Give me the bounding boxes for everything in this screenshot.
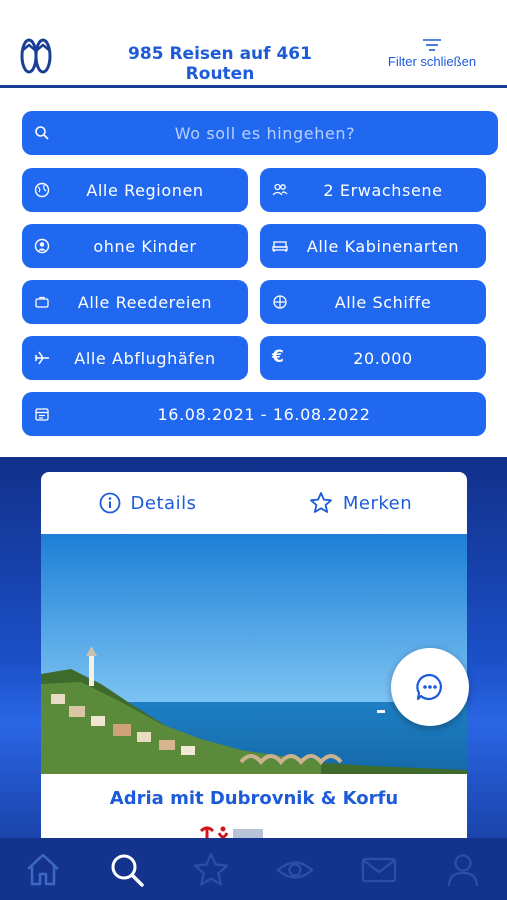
search-placeholder: Wo soll es hingehen? bbox=[174, 123, 356, 143]
airport-label: Alle Abflughäfen bbox=[74, 348, 216, 368]
region-label: Alle Regionen bbox=[86, 180, 204, 200]
star-outline-icon bbox=[309, 492, 332, 513]
children-select[interactable]: ohne Kinder bbox=[22, 224, 248, 268]
ship-wheel-icon bbox=[273, 295, 287, 309]
flip-flops-logo bbox=[20, 38, 52, 74]
shipping-company-label: Alle Reedereien bbox=[77, 292, 213, 312]
destination-photo bbox=[41, 534, 467, 774]
search-icon bbox=[35, 126, 49, 140]
destination-search-input[interactable]: Wo soll es hingehen? bbox=[22, 111, 498, 155]
user-icon bbox=[447, 854, 479, 887]
tab-watched[interactable] bbox=[252, 838, 336, 900]
tab-search[interactable] bbox=[84, 838, 168, 900]
date-range-label: 16.08.2021 - 16.08.2022 bbox=[157, 404, 371, 424]
info-icon bbox=[99, 492, 120, 514]
search-icon bbox=[111, 854, 144, 887]
tab-profile[interactable] bbox=[420, 838, 504, 900]
cabin-label: Alle Kabinenarten bbox=[306, 236, 460, 256]
price-select[interactable]: € 20.000 bbox=[260, 336, 486, 380]
save-label: Merken bbox=[342, 492, 413, 514]
airport-select[interactable]: Alle Abflughäfen bbox=[22, 336, 248, 380]
app-header: 985 Reisen auf 461 Routen Filter schließ… bbox=[0, 0, 507, 88]
adults-label: 2 Erwachsene bbox=[323, 180, 443, 200]
price-label: 20.000 bbox=[353, 348, 413, 368]
cruise-title: Adria mit Dubrovnik & Korfu bbox=[109, 788, 399, 809]
cabin-select[interactable]: Alle Kabinenarten bbox=[260, 224, 486, 268]
people-icon bbox=[272, 183, 288, 196]
region-select[interactable]: Alle Regionen bbox=[22, 168, 248, 212]
chat-button[interactable] bbox=[391, 648, 469, 726]
filter-icon bbox=[423, 39, 441, 51]
tab-favorites[interactable] bbox=[168, 838, 252, 900]
children-label: ohne Kinder bbox=[93, 236, 197, 256]
star-icon bbox=[193, 852, 229, 886]
euro-icon: € bbox=[272, 347, 284, 367]
shipping-company-select[interactable]: Alle Reedereien bbox=[22, 280, 248, 324]
card-tabs: Details Merken bbox=[41, 472, 467, 534]
chat-bubble-icon bbox=[416, 673, 442, 701]
mail-icon bbox=[361, 857, 397, 883]
airplane-icon bbox=[34, 351, 49, 365]
date-range-select[interactable]: 16.08.2021 - 16.08.2022 bbox=[22, 392, 486, 436]
details-label: Details bbox=[130, 492, 197, 514]
person-circle-icon bbox=[34, 238, 50, 254]
ship-select[interactable]: Alle Schiffe bbox=[260, 280, 486, 324]
close-filter-label: Filter schließen bbox=[387, 54, 477, 69]
filter-panel: Wo soll es hingehen? Alle Regionen 2 Erw… bbox=[0, 91, 507, 457]
bottom-tab-bar bbox=[0, 838, 507, 900]
results-count-title: 985 Reisen auf 461 Routen bbox=[128, 44, 312, 84]
adults-select[interactable]: 2 Erwachsene bbox=[260, 168, 486, 212]
eye-icon bbox=[276, 861, 314, 879]
briefcase-icon bbox=[35, 296, 49, 308]
globe-icon bbox=[34, 182, 50, 198]
bed-icon bbox=[272, 241, 288, 252]
calendar-icon bbox=[35, 408, 49, 421]
close-filter-button[interactable]: Filter schließen bbox=[382, 38, 482, 74]
tab-home[interactable] bbox=[0, 838, 84, 900]
save-button[interactable]: Merken bbox=[254, 472, 467, 534]
home-icon bbox=[27, 853, 59, 886]
tab-messages[interactable] bbox=[336, 838, 420, 900]
ship-label: Alle Schiffe bbox=[334, 292, 432, 312]
details-button[interactable]: Details bbox=[41, 472, 254, 534]
